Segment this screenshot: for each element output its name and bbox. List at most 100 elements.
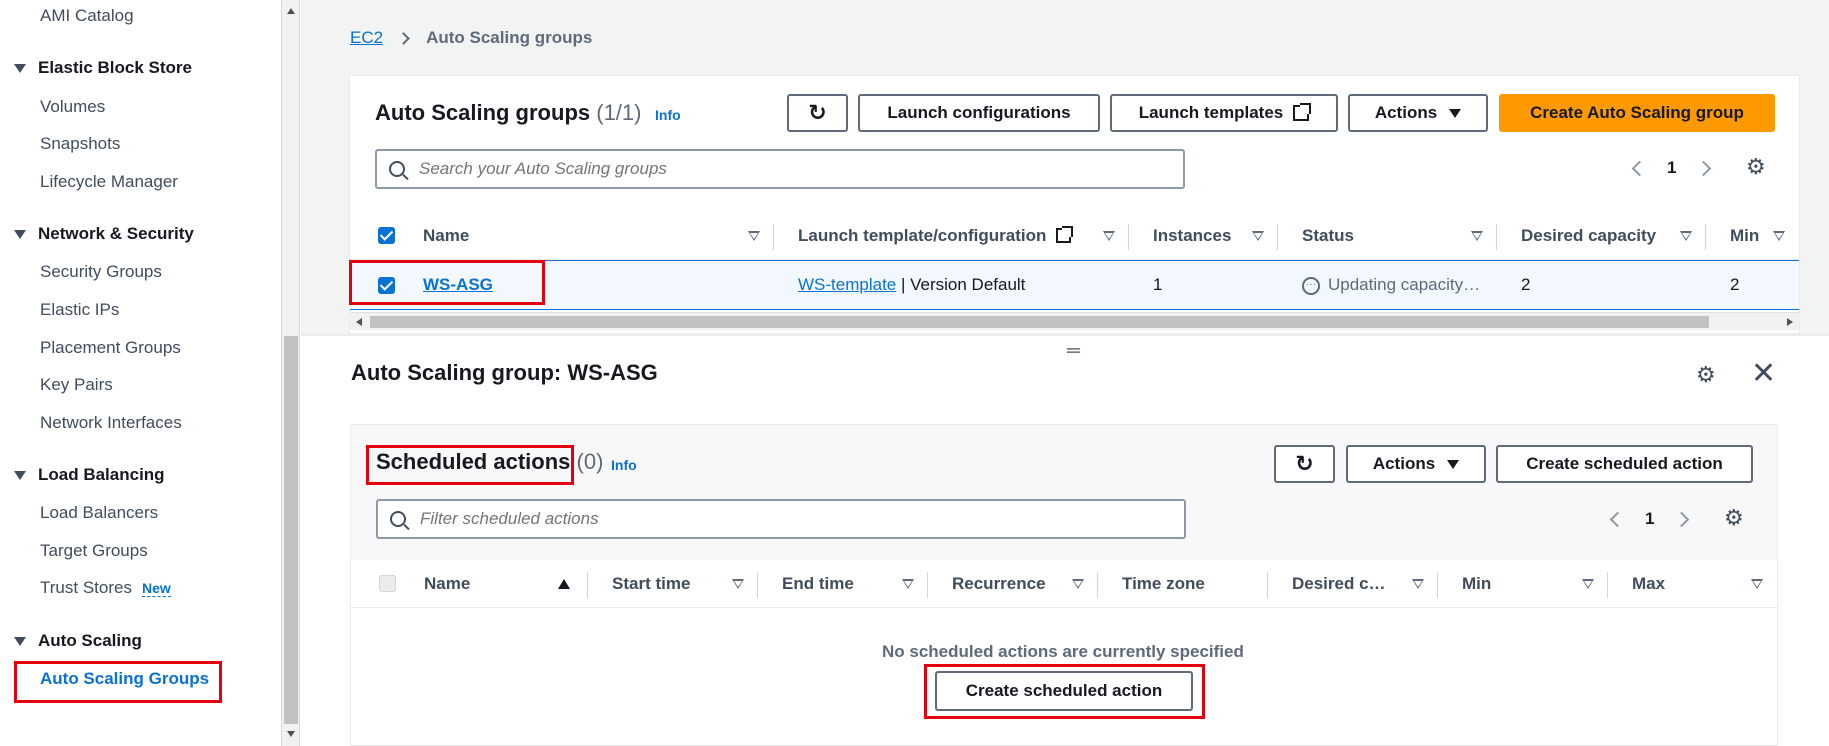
sidebar-item-lifecycle-manager[interactable]: Lifecycle Manager: [40, 172, 178, 192]
refresh-button[interactable]: ↻: [1274, 445, 1335, 483]
scrollbar-thumb[interactable]: [284, 336, 298, 724]
asg-table-header: Name Launch template/configuration Insta…: [350, 212, 1799, 260]
sort-ascending-icon: [558, 578, 570, 589]
caret-down-icon: [14, 637, 26, 647]
split-settings-gear-icon[interactable]: ⚙: [1696, 362, 1716, 388]
scroll-down-icon[interactable]: [287, 731, 295, 737]
breadcrumb-ec2[interactable]: EC2: [350, 28, 383, 48]
in-progress-icon: ···: [1302, 276, 1320, 295]
sidebar-item-placement-groups[interactable]: Placement Groups: [40, 338, 181, 358]
scheduled-filter-field[interactable]: [376, 499, 1186, 539]
sort-icon: [1103, 230, 1115, 241]
search-input[interactable]: [419, 159, 1134, 179]
settings-gear-icon[interactable]: ⚙: [1724, 505, 1744, 531]
column-label: Instances: [1153, 225, 1232, 245]
column-header-instances[interactable]: Instances: [1129, 212, 1278, 259]
column-header-time-zone: Time zone: [1098, 560, 1268, 607]
create-auto-scaling-group-button[interactable]: Create Auto Scaling group: [1499, 94, 1775, 132]
column-header-desired-capacity[interactable]: Desired capacity: [1497, 212, 1706, 259]
column-label: Recurrence: [952, 573, 1046, 593]
sidebar-item-ami-catalog[interactable]: AMI Catalog: [40, 6, 134, 26]
sidebar-item-snapshots[interactable]: Snapshots: [40, 134, 120, 154]
sidebar-item-network-interfaces[interactable]: Network Interfaces: [40, 413, 182, 433]
scheduled-table-header: Name Start time End time Recurrence Time…: [351, 560, 1777, 608]
sidebar-item-security-groups[interactable]: Security Groups: [40, 262, 162, 282]
sort-icon: [1072, 578, 1084, 589]
sidebar-item-trust-stores[interactable]: Trust Stores New: [40, 578, 171, 598]
page-number[interactable]: 1: [1667, 158, 1676, 178]
status-text: Updating capacity…: [1328, 275, 1481, 294]
highlight-box: [349, 260, 545, 305]
sidebar-item-volumes[interactable]: Volumes: [40, 97, 105, 117]
sidebar-item-key-pairs[interactable]: Key Pairs: [40, 375, 113, 395]
sort-icon: [902, 578, 914, 589]
column-label: Min: [1730, 225, 1760, 245]
sidebar-section-load-balancing[interactable]: Load Balancing: [14, 465, 165, 485]
sidebar-section-network[interactable]: Network & Security: [14, 224, 194, 244]
sidebar-item-target-groups[interactable]: Target Groups: [40, 541, 148, 561]
scroll-left-icon[interactable]: [356, 318, 362, 326]
settings-gear-icon[interactable]: ⚙: [1746, 154, 1766, 180]
page-title: Auto Scaling groups (1/1): [375, 100, 642, 126]
column-header-name[interactable]: Name: [424, 560, 588, 607]
column-header-min[interactable]: Min: [1706, 212, 1799, 259]
scrollbar-thumb[interactable]: [370, 316, 1709, 328]
actions-button[interactable]: Actions: [1346, 445, 1486, 483]
close-icon[interactable]: ✕: [1751, 359, 1776, 389]
sort-icon: [1773, 230, 1785, 241]
search-icon: [389, 161, 405, 177]
info-link[interactable]: Info: [655, 107, 681, 123]
column-label: Status: [1302, 225, 1354, 245]
column-label: Max: [1632, 573, 1666, 593]
instances-cell: 1: [1153, 275, 1163, 294]
chevron-left-icon[interactable]: [1609, 511, 1626, 527]
column-header-min[interactable]: Min: [1438, 560, 1608, 607]
highlight-box: [14, 661, 222, 703]
title-count: (0): [576, 449, 604, 474]
sidebar: AMI Catalog Elastic Block Store Volumes …: [0, 0, 282, 746]
sidebar-section-ebs[interactable]: Elastic Block Store: [14, 58, 192, 78]
table-horizontal-scrollbar[interactable]: [350, 312, 1799, 330]
create-scheduled-action-button[interactable]: Create scheduled action: [1496, 445, 1753, 483]
search-icon: [390, 511, 406, 527]
column-label: Desired capacity: [1521, 225, 1657, 245]
caret-down-icon: [14, 230, 26, 240]
sort-icon: [1680, 230, 1692, 241]
column-header-max[interactable]: Max: [1608, 560, 1777, 607]
resize-handle-icon[interactable]: ═: [1067, 340, 1083, 361]
column-header-launch-template[interactable]: Launch template/configuration: [774, 212, 1129, 259]
actions-button[interactable]: Actions: [1348, 94, 1488, 132]
column-header-recurrence[interactable]: Recurrence: [928, 560, 1098, 607]
chevron-left-icon[interactable]: [1631, 160, 1648, 176]
filter-input[interactable]: [420, 509, 1135, 529]
column-header-name[interactable]: Name: [423, 212, 774, 259]
launch-template-link[interactable]: WS-template: [798, 275, 896, 294]
page-number[interactable]: 1: [1645, 509, 1654, 529]
scroll-right-icon[interactable]: [1787, 318, 1793, 326]
chevron-right-icon[interactable]: [1674, 511, 1690, 527]
column-header-start-time[interactable]: Start time: [588, 560, 758, 607]
column-header-desired-capacity[interactable]: Desired c…: [1268, 560, 1438, 607]
sidebar-item-elastic-ips[interactable]: Elastic IPs: [40, 300, 119, 320]
sidebar-item-load-balancers[interactable]: Load Balancers: [40, 503, 158, 523]
table-row[interactable]: WS-ASG WS-template | Version Default 1 ·…: [350, 260, 1799, 310]
refresh-icon: ↻: [1295, 451, 1314, 476]
sidebar-section-auto-scaling[interactable]: Auto Scaling: [14, 631, 142, 651]
select-all-checkbox[interactable]: [378, 227, 395, 244]
sidebar-section-label: Load Balancing: [38, 465, 165, 484]
sidebar-scrollbar[interactable]: [282, 0, 300, 746]
refresh-button[interactable]: ↻: [787, 94, 848, 132]
scroll-up-icon[interactable]: [287, 8, 295, 14]
column-header-status[interactable]: Status: [1278, 212, 1497, 259]
column-header-end-time[interactable]: End time: [758, 560, 928, 607]
launch-templates-button[interactable]: Launch templates: [1110, 94, 1338, 132]
sort-icon: [1582, 578, 1594, 589]
split-panel-title: Auto Scaling group: WS-ASG: [351, 360, 658, 385]
sort-icon: [1471, 230, 1483, 241]
column-label: Time zone: [1122, 573, 1205, 593]
caret-down-icon: [1449, 108, 1462, 118]
launch-configurations-button[interactable]: Launch configurations: [858, 94, 1100, 132]
asg-search-field[interactable]: [375, 149, 1185, 189]
chevron-right-icon[interactable]: [1696, 160, 1712, 176]
info-link[interactable]: Info: [611, 457, 637, 473]
